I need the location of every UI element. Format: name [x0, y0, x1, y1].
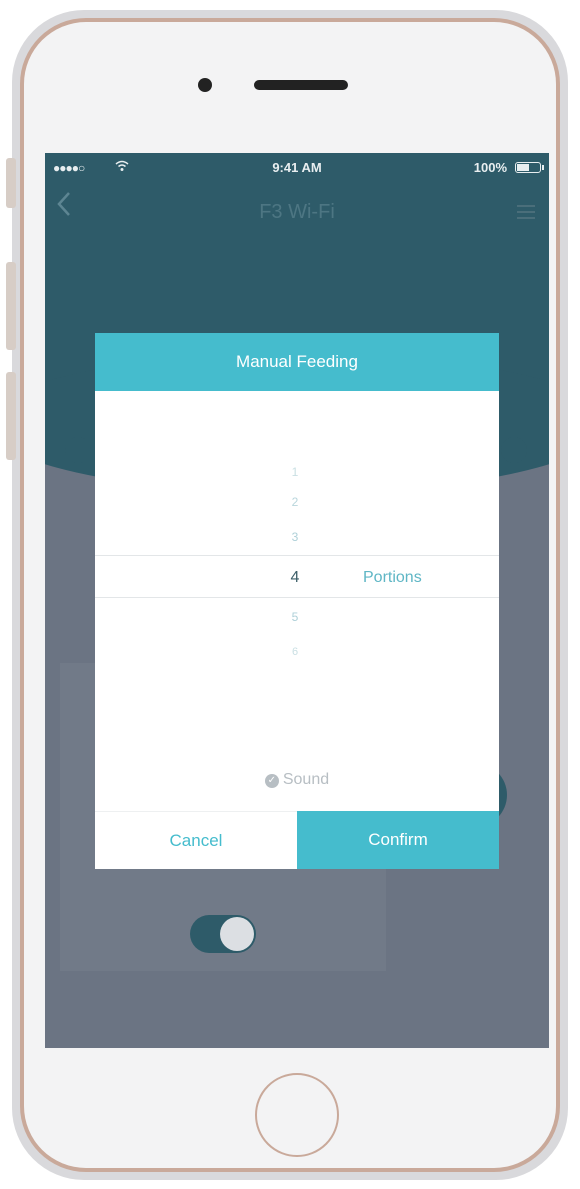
left-indicator-icon: [65, 437, 91, 463]
volume-down-button: [6, 372, 16, 460]
picker-option[interactable]: 5: [285, 610, 305, 624]
selection-divider-bottom: [95, 597, 499, 598]
picker-option[interactable]: 1: [285, 465, 305, 479]
dialog-footer: Cancel Confirm: [95, 811, 499, 869]
volume-up-button: [6, 262, 16, 350]
right-indicator-icon: [501, 437, 527, 463]
battery-icon: [515, 162, 544, 173]
picker-unit-label: Portions: [363, 569, 422, 586]
confirm-button[interactable]: Confirm: [297, 811, 499, 869]
picker-option[interactable]: 3: [285, 530, 305, 544]
front-camera: [198, 78, 212, 92]
mute-switch: [6, 158, 16, 208]
picker-option[interactable]: 6: [285, 646, 305, 658]
sound-label: Sound: [282, 771, 330, 788]
phone-screen: ●●●●○ 9:41 AM 100% F3 Wi-Fi Manual Feedi…: [45, 153, 549, 1048]
picker-option[interactable]: 2: [285, 495, 305, 509]
status-bar: ●●●●○ 9:41 AM 100%: [45, 153, 549, 183]
manual-feeding-dialog: Manual Feeding 1 2 3 4 Portions 5 6 ✓ Sou…: [95, 333, 499, 869]
check-circle-icon: ✓: [264, 774, 279, 788]
earpiece-speaker: [254, 80, 348, 90]
dialog-title: Manual Feeding: [95, 333, 499, 391]
home-button[interactable]: [255, 1073, 339, 1157]
selection-divider-top: [95, 555, 499, 556]
background-toggle: [190, 915, 256, 953]
app-title: F3 Wi-Fi: [259, 201, 335, 223]
battery-percentage: 100%: [473, 160, 507, 175]
cancel-button[interactable]: Cancel: [95, 812, 297, 869]
portion-picker[interactable]: 1 2 3 4 Portions 5 6 ✓ Sound: [95, 391, 499, 811]
picker-selected-value[interactable]: 4: [275, 569, 315, 587]
sound-checkbox[interactable]: ✓ Sound: [95, 771, 499, 789]
menu-icon[interactable]: [517, 201, 535, 223]
